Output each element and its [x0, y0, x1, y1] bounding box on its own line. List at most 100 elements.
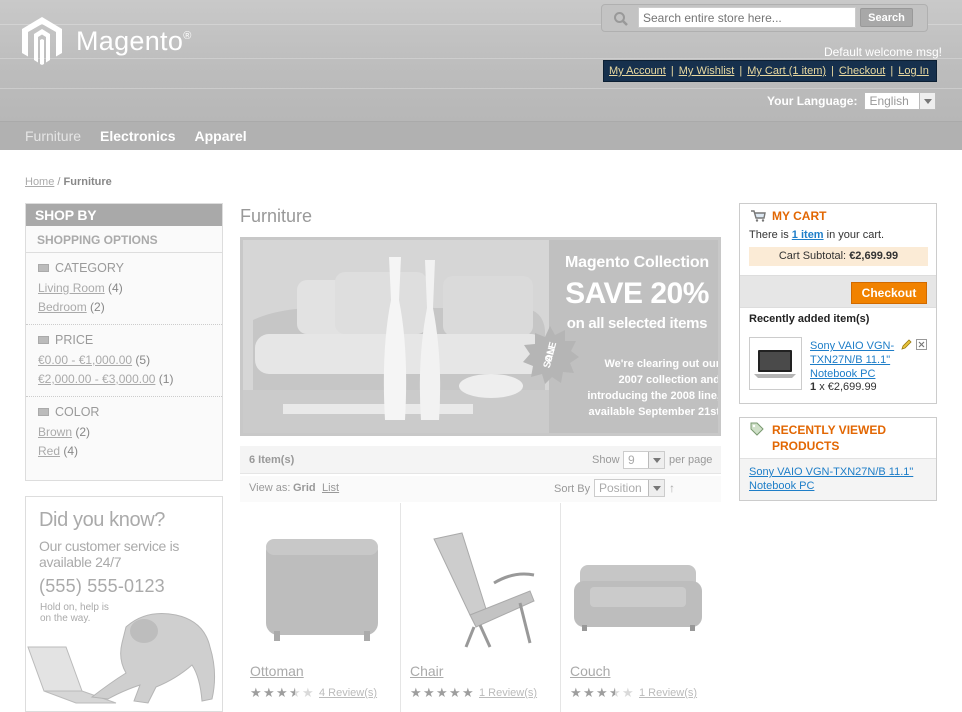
- filter-option[interactable]: Red: [38, 444, 60, 458]
- product-name[interactable]: Chair: [410, 663, 443, 679]
- cart-item-price: x €2,699.99: [819, 381, 877, 393]
- shopping-options-title: SHOPPING OPTIONS: [26, 226, 222, 253]
- logo-registered: ®: [183, 29, 192, 42]
- rating-stars: ★ ★ ★ ★ ★ 4 Review(s): [250, 685, 377, 700]
- chevron-down-icon: [648, 480, 664, 496]
- breadcrumb-current: Furniture: [63, 176, 112, 188]
- laptop-image: [754, 350, 796, 378]
- banner-body-line: introducing the 2008 line,: [587, 390, 720, 402]
- star-icon: ★: [462, 685, 474, 700]
- cart-intro-text: in your cart.: [823, 229, 885, 241]
- view-as-label: View as:: [249, 482, 291, 494]
- magento-logo-icon: [22, 17, 62, 65]
- filter-option[interactable]: €0.00 - €1,000.00: [38, 353, 132, 367]
- my-wishlist-link[interactable]: My Wishlist: [679, 65, 735, 77]
- filter-title: PRICE: [55, 333, 94, 347]
- view-list-link[interactable]: List: [322, 482, 339, 494]
- product-item: Ottoman ★ ★ ★ ★ ★ 4 Review(s): [240, 503, 401, 712]
- checkout-button[interactable]: Checkout: [851, 282, 927, 304]
- product-name[interactable]: Ottoman: [250, 663, 304, 679]
- sort-select[interactable]: Position: [594, 479, 665, 497]
- reviews-link[interactable]: 1 Review(s): [479, 687, 537, 699]
- star-icon: ★: [583, 685, 595, 700]
- nav-item-apparel[interactable]: Apparel: [195, 128, 247, 144]
- my-account-link[interactable]: My Account: [609, 65, 666, 77]
- filter-option[interactable]: €2,000.00 - €3,000.00: [38, 372, 155, 386]
- subtotal-label: Cart Subtotal:: [778, 250, 847, 262]
- per-page-label: per page: [669, 454, 713, 466]
- item-count: 6 Item(s): [249, 454, 295, 466]
- recently-viewed-block: RECENTLY VIEWED PRODUCTS Sony VAIO VGN-T…: [739, 417, 937, 501]
- banner-heading: Magento Collection: [565, 254, 709, 271]
- nav-item-furniture[interactable]: Furniture: [25, 128, 81, 144]
- tag-icon: [750, 422, 764, 436]
- star-icon: ★: [570, 685, 582, 700]
- remove-icon[interactable]: [916, 339, 927, 350]
- cart-title: MY CART: [772, 209, 827, 223]
- checkout-bar: Checkout: [740, 275, 936, 308]
- search-bar: Search: [601, 4, 928, 32]
- top-links: My Account | My Wishlist | My Cart (1 item…: [603, 60, 937, 82]
- reviews-link[interactable]: 4 Review(s): [319, 687, 377, 699]
- product-name[interactable]: Couch: [570, 663, 610, 679]
- recently-added-label: Recently added item(s): [749, 313, 870, 325]
- product-item: Couch ★ ★ ★ ★ ★ 1 Review(s): [560, 503, 721, 712]
- filter-category: CATEGORY Living Room (4) Bedroom (2): [26, 253, 222, 325]
- limiter-select[interactable]: 9: [623, 451, 665, 469]
- filter-price: PRICE €0.00 - €1,000.00 (5) €2,000.00 - …: [26, 325, 222, 397]
- customer-service-banner[interactable]: Did you know? Our customer service is ava…: [25, 496, 223, 712]
- filter-count: (4): [108, 281, 123, 295]
- search-input[interactable]: [638, 7, 856, 28]
- filter-option[interactable]: Living Room: [38, 281, 105, 295]
- sort-by-label: Sort By: [554, 483, 591, 495]
- link-separator: |: [831, 65, 834, 77]
- phone-number: (555) 555-0123: [39, 576, 165, 596]
- nav-item-electronics[interactable]: Electronics: [100, 128, 175, 144]
- filter-count: (1): [158, 372, 174, 386]
- product-item: Chair ★ ★ ★ ★ ★ 1 Review(s): [400, 503, 561, 712]
- cart-intro-text: There is: [749, 229, 792, 241]
- cart-items-link[interactable]: 1 item: [792, 229, 824, 241]
- breadcrumb-home[interactable]: Home: [25, 176, 54, 188]
- promo-banner[interactable]: Magento Collection SAVE 20% on all selec…: [240, 237, 721, 436]
- banner-body: We're clearing out our 2007 collection a…: [555, 356, 720, 420]
- recently-viewed-title: RECENTLY VIEWED PRODUCTS: [772, 423, 887, 453]
- mini-cart: MY CART There is 1 item in your cart. Ca…: [739, 203, 937, 404]
- did-you-know-line: Our customer service is: [39, 538, 180, 554]
- arrow-up-icon[interactable]: ↑: [669, 481, 675, 495]
- cart-item-thumbnail[interactable]: [749, 337, 802, 390]
- chevron-down-icon: [919, 93, 936, 109]
- filter-option[interactable]: Brown: [38, 425, 72, 439]
- star-icon: ★: [609, 685, 621, 700]
- did-you-know-title: Did you know?: [39, 509, 165, 531]
- filter-title: COLOR: [55, 405, 100, 419]
- filter-count: (4): [63, 444, 79, 458]
- filter-option[interactable]: Bedroom: [38, 300, 87, 314]
- recently-viewed-item[interactable]: Sony VAIO VGN-TXN27N/B 11.1" Notebook PC: [749, 466, 913, 492]
- star-icon: ★: [302, 685, 314, 700]
- filter-icon: [38, 264, 49, 272]
- ottoman-image[interactable]: [250, 519, 386, 653]
- logo[interactable]: Magento®: [22, 17, 192, 65]
- banner-body-line: We're clearing out our: [604, 358, 720, 370]
- language-value: English: [869, 94, 909, 108]
- checkout-link[interactable]: Checkout: [839, 65, 885, 77]
- toolbar-sorter: View as: Grid List Sort By Position ↑: [240, 476, 721, 502]
- did-you-know-line: available 24/7: [39, 554, 122, 570]
- log-in-link[interactable]: Log In: [898, 65, 929, 77]
- dog-laptop-illustration: [27, 613, 216, 704]
- my-cart-link[interactable]: My Cart (1 item): [747, 65, 826, 77]
- reviews-link[interactable]: 1 Review(s): [639, 687, 697, 699]
- banner-save: SAVE 20%: [565, 277, 709, 310]
- link-separator: |: [739, 65, 743, 77]
- rating-stars: ★ ★ ★ ★ ★ 1 Review(s): [570, 685, 697, 700]
- language-select[interactable]: English: [864, 92, 937, 110]
- chair-image[interactable]: [410, 519, 546, 653]
- search-button[interactable]: Search: [860, 8, 913, 27]
- couch-image[interactable]: [570, 519, 706, 653]
- cart-item-name[interactable]: Sony VAIO VGN-TXN27N/B 11.1" Notebook PC: [810, 340, 894, 380]
- cart-icon: [751, 210, 766, 222]
- edit-pencil-icon[interactable]: [900, 339, 912, 351]
- header-stripe: [0, 88, 962, 89]
- limiter-value: 9: [628, 453, 635, 467]
